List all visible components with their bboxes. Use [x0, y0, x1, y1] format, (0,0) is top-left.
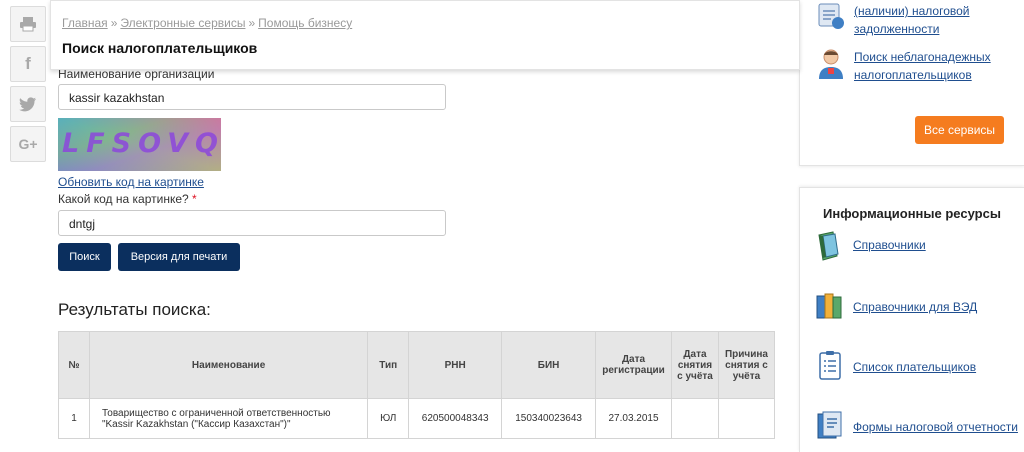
breadcrumb-separator: » — [248, 16, 256, 30]
service-unreliable: Поиск неблагонадежных налогоплательщиков — [816, 48, 1014, 84]
search-button[interactable]: Поиск — [58, 243, 111, 271]
cell-dereg-reason — [717, 398, 776, 439]
references-link[interactable]: Справочники — [853, 236, 926, 260]
cell-dereg-date — [671, 398, 719, 439]
org-name-input[interactable]: kassir kazakhstan — [58, 84, 446, 110]
captcha-image: LFSOVQ — [58, 118, 221, 171]
captcha-label-text: Какой код на картинке? — [58, 192, 189, 206]
facebook-icon[interactable]: f — [10, 46, 46, 82]
tax-forms-link[interactable]: Формы налоговой отчетности — [853, 418, 1018, 440]
google-plus-icon[interactable]: G+ — [10, 126, 46, 162]
twitter-icon[interactable] — [10, 86, 46, 122]
results-title: Результаты поиска: — [58, 300, 211, 319]
breadcrumb-home[interactable]: Главная — [62, 16, 108, 30]
col-number: № — [58, 331, 90, 399]
col-name: Наименование — [88, 331, 369, 399]
debt-link[interactable]: (наличии) налоговой задолженности — [854, 2, 1014, 38]
col-dereg-reason: Причина снятия с учёта — [717, 331, 776, 399]
services-panel: (наличии) налоговой задолженности Поиск … — [799, 0, 1024, 166]
page-header: Главная» Электронные сервисы» Помощь бизне… — [50, 0, 800, 70]
results-table: № Наименование Тип РНН БИН Дата регистра… — [58, 331, 776, 439]
print-version-button[interactable]: Версия для печати — [118, 243, 240, 271]
refresh-captcha-link[interactable]: Обновить код на картинке — [58, 175, 204, 189]
ved-references-link[interactable]: Справочники для ВЭД — [853, 298, 977, 320]
cell-bin: 150340023643 — [501, 398, 597, 439]
all-services-button[interactable]: Все сервисы — [915, 116, 1004, 144]
table-header-row: № Наименование Тип РНН БИН Дата регистра… — [58, 331, 776, 399]
info-item-payers-list: Список плательщиков — [815, 350, 976, 380]
col-bin: БИН — [501, 331, 597, 399]
print-icon[interactable] — [10, 6, 46, 42]
info-item-references: Справочники — [815, 230, 926, 261]
info-item-ved-references: Справочники для ВЭД — [815, 290, 977, 320]
breadcrumb: Главная» Электронные сервисы» Помощь бизне… — [62, 16, 352, 30]
breadcrumb-e-services[interactable]: Электронные сервисы — [120, 16, 245, 30]
payers-list-link[interactable]: Список плательщиков — [853, 358, 976, 380]
info-item-tax-forms: Формы налоговой отчетности — [815, 410, 1018, 440]
table-row: 1 Товарищество с ограниченной ответствен… — [58, 398, 776, 439]
list-icon — [815, 350, 845, 380]
captcha-label: Какой код на картинке? * — [58, 192, 197, 206]
person-icon — [816, 48, 846, 79]
binders-icon — [815, 290, 845, 320]
cell-rnn: 620500048343 — [408, 398, 503, 439]
cell-number: 1 — [58, 398, 90, 439]
unreliable-taxpayers-link[interactable]: Поиск неблагонадежных налогоплательщиков — [854, 48, 1014, 84]
captcha-input[interactable]: dntgj — [58, 210, 446, 236]
col-reg-date: Дата регистрации — [595, 331, 672, 399]
cell-reg-date: 27.03.2015 — [595, 398, 672, 439]
col-type: Тип — [367, 331, 410, 399]
facebook-glyph: f — [25, 54, 31, 73]
captcha-text: LFSOVQ — [62, 128, 221, 159]
breadcrumb-separator: » — [110, 16, 118, 30]
social-sidebar: f G+ — [10, 6, 46, 166]
google-plus-glyph: G+ — [18, 136, 38, 152]
forms-icon — [815, 410, 845, 440]
required-mark: * — [192, 192, 197, 206]
col-rnn: РНН — [408, 331, 503, 399]
breadcrumb-business-help[interactable]: Помощь бизнесу — [258, 16, 352, 30]
info-resources-title: Информационные ресурсы — [823, 206, 1001, 221]
service-debt: (наличии) налоговой задолженности — [816, 2, 1014, 38]
cell-type: ЮЛ — [367, 398, 410, 439]
cell-name: Товарищество с ограниченной ответственно… — [88, 398, 369, 439]
books-icon — [815, 230, 845, 261]
col-dereg-date: Дата снятия с учёта — [671, 331, 719, 399]
debt-icon — [816, 2, 846, 32]
page-title: Поиск налогоплательщиков — [62, 40, 258, 56]
